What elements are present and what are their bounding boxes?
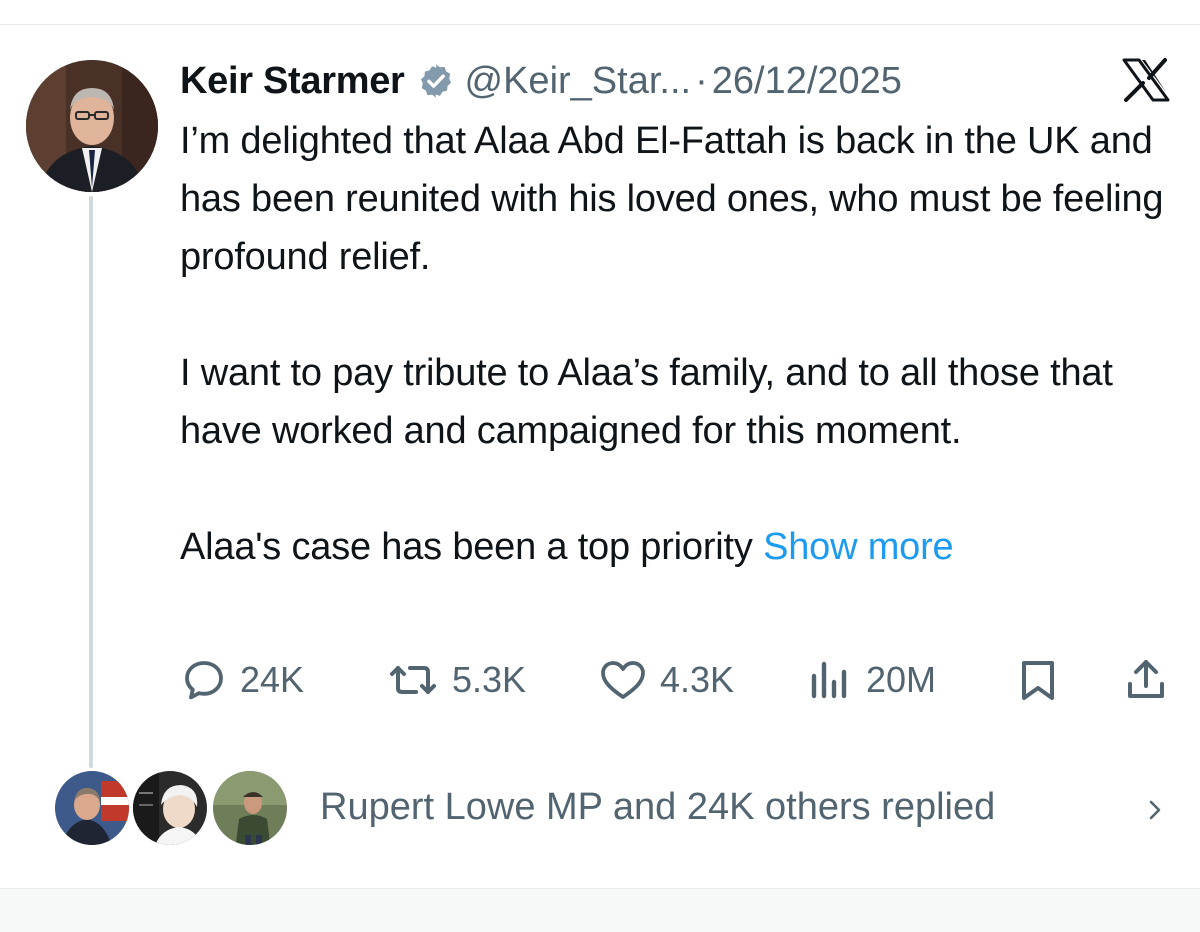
tweet-paragraph-3-text: Alaa's case has been a top priority xyxy=(180,526,753,568)
replies-summary-row[interactable]: Rupert Lowe MP and 24K others replied xyxy=(52,768,1172,852)
author-handle[interactable]: @Keir_Star... xyxy=(465,60,692,103)
tweet-date[interactable]: 26/12/2025 xyxy=(712,60,902,103)
replies-summary-text[interactable]: Rupert Lowe MP and 24K others replied xyxy=(320,786,995,829)
meta-separator: · xyxy=(695,59,708,102)
share-button[interactable] xyxy=(1122,652,1170,708)
views-count: 20M xyxy=(866,659,937,700)
like-button[interactable]: 4.3K xyxy=(598,652,734,708)
tweet-header: Keir Starmer @Keir_Star... · 26/12/2025 xyxy=(180,56,902,106)
verified-badge-icon[interactable] xyxy=(417,62,455,100)
chevron-right-icon[interactable] xyxy=(1144,790,1168,830)
tweet-text[interactable]: I’m delighted that Alaa Abd El-Fattah is… xyxy=(180,112,1170,576)
repost-icon xyxy=(390,666,436,694)
reply-icon xyxy=(185,661,223,700)
reply-button[interactable]: 24K xyxy=(180,652,304,708)
show-more-link[interactable]: Show more xyxy=(763,526,954,568)
share-icon xyxy=(1128,660,1164,698)
views-icon xyxy=(811,661,847,699)
reply-count: 24K xyxy=(240,659,305,700)
author-avatar-image xyxy=(26,60,158,192)
top-divider xyxy=(0,24,1200,25)
bottom-band xyxy=(0,889,1200,932)
replier-avatar-3 xyxy=(210,768,290,848)
repost-count: 5.3K xyxy=(452,659,527,700)
tweet-paragraph-2: I want to pay tribute to Alaa’s family, … xyxy=(180,352,1113,452)
like-count: 4.3K xyxy=(660,659,735,700)
author-avatar[interactable] xyxy=(26,60,158,192)
tweet-actions: 24K 5.3K 4.3K 20M xyxy=(180,652,1170,708)
heart-icon xyxy=(601,661,645,699)
bookmark-button[interactable] xyxy=(1014,652,1062,708)
tweet-paragraph-1: I’m delighted that Alaa Abd El-Fattah is… xyxy=(180,120,1164,278)
replier-avatar-2 xyxy=(130,768,210,848)
tweet-paragraph-3: Alaa's case has been a top priority Show… xyxy=(180,518,1170,576)
repost-button[interactable]: 5.3K xyxy=(386,652,526,708)
bookmark-icon xyxy=(1022,661,1054,700)
author-name[interactable]: Keir Starmer xyxy=(180,60,405,103)
replier-avatar-1 xyxy=(52,768,132,848)
views-button[interactable]: 20M xyxy=(806,652,936,708)
x-logo-icon xyxy=(1122,58,1170,102)
thread-line xyxy=(89,196,93,768)
